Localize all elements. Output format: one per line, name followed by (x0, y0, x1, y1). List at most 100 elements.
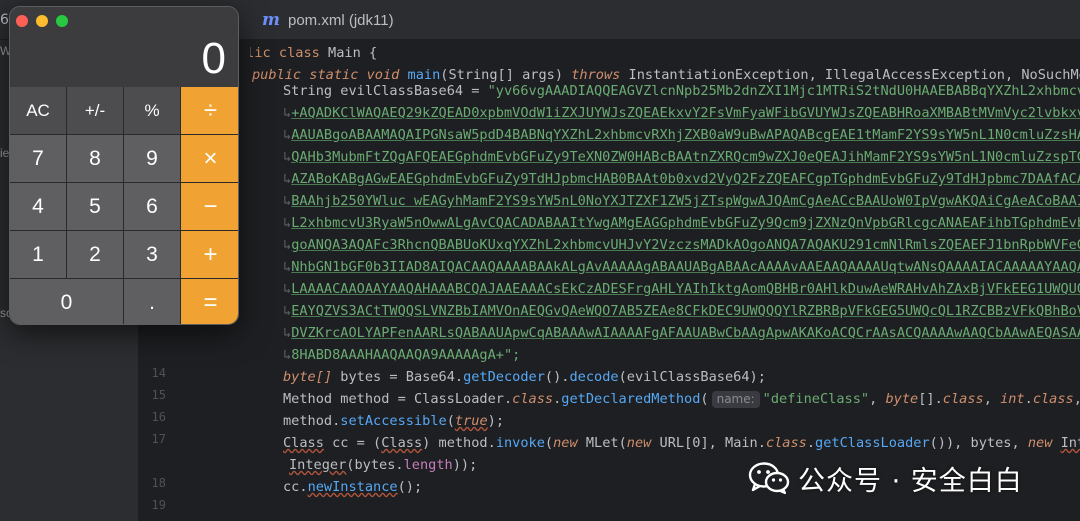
code-text: Integer( (1060, 435, 1080, 451)
digit-9-button[interactable]: 9 (124, 135, 180, 182)
string-literal: "defineClass" (762, 391, 870, 407)
code-line-b64-wrap: ↳QAHb3MubmFtZQgAFQEAEGphdmEvbGFuZy9TeXN0… (283, 146, 1080, 168)
keyword: class (512, 391, 554, 407)
string-literal: "yv66vgAAADIAQQEAGVZlcnNpb25Mb2dnZXI1Mjc… (487, 83, 1080, 99)
code-text: MLet( (585, 435, 627, 451)
string-literal: LAAAACAAOAAYAAQAHAAABCQAJAAEAAACsEkCzADE… (291, 281, 1080, 297)
keyword: class (1032, 391, 1074, 407)
negate-button[interactable]: +/- (67, 87, 123, 134)
string-literal: BAAhjb250YWluc wEAGyhMamF2YS9sYW5nL0NoYX… (291, 193, 1080, 209)
code-text: ); (487, 413, 505, 429)
code-editor[interactable]: blic class Main { public static void mai… (250, 40, 1080, 521)
code-text: cc. (283, 479, 308, 495)
code-line-b64-wrap: ↳L2xhbmcvU3RyaW5nOwwALgAvCQACADABAAItYwg… (283, 212, 1080, 234)
close-window-button[interactable] (16, 15, 28, 27)
digit-2-button[interactable]: 2 (67, 231, 123, 278)
method-call: decode (569, 369, 619, 385)
code-text: , (983, 391, 992, 407)
brace: { (368, 45, 378, 61)
digit-7-button[interactable]: 7 (10, 135, 66, 182)
code-line-b64-decl: String evilClassBase64 = "yv66vgAAADIAQQ… (283, 80, 1080, 102)
type-name: Integer (289, 457, 347, 473)
code-text: , (869, 391, 878, 407)
tab-pom-xml-label: pom.xml (jdk11) (288, 11, 394, 29)
code-text: cc = ( (332, 435, 382, 451)
method-call: getClassLoader (815, 435, 930, 451)
field-name: length (403, 457, 453, 473)
string-literal: 8HABD8AAAHAAQAAQA9AAAAAgA+"; (291, 347, 521, 363)
keyword: byte (885, 391, 919, 407)
digit-8-button[interactable]: 8 (67, 135, 123, 182)
type-name: Class (381, 435, 423, 451)
string-literal: AZABoKABgAGwEAEGphdmEvbGFuZy9TdHJpbmcHAB… (291, 171, 1080, 187)
digit-6-button[interactable]: 6 (124, 183, 180, 230)
code-line-15: Method method = ClassLoader.class.getDec… (283, 388, 1080, 410)
string-literal: NhbGN1bGF0b3IIAD8AIQACAAQAAAABAAkALgAvAA… (291, 259, 1080, 275)
string-literal: +AQADKClWAQAEQ29kZQEAD0xpbmVOdW1iZXJUYWJ… (291, 105, 1080, 121)
code-line-17: Class cc = (Class) method.invoke(new MLe… (283, 432, 1080, 454)
code-text: ) method. (422, 435, 496, 451)
soft-wrap-icon: ↳ (283, 105, 292, 121)
keyword: blic class (250, 45, 320, 61)
soft-wrap-icon: ↳ (283, 347, 292, 363)
m-module-icon: m (262, 10, 280, 30)
keyword: class (942, 391, 984, 407)
minimize-window-button[interactable] (36, 15, 48, 27)
code-line-b64-wrap: ↳+AQADKClWAQAEQ29kZQEAD0xpbmVOdW1iZXJUYW… (283, 102, 1080, 124)
wechat-logo-icon (748, 462, 790, 495)
digit-4-button[interactable]: 4 (10, 183, 66, 230)
line-number: 16 (151, 410, 166, 424)
keyword: byte[] (283, 369, 333, 385)
code-line-b64-wrap: ↳LAAAACAAOAAYAAQAHAAABCQAJAAEAAACsEkCzAD… (283, 278, 1080, 300)
string-literal: AAUABgoABAAMAQAIPGNsaW5pdD4BABNqYXZhL2xh… (291, 127, 1080, 143)
keyword: new (626, 435, 652, 451)
code-line-b64-wrap: ↳NhbGN1bGF0b3IIAD8AIQACAAQAAAABAAkALgAvA… (283, 256, 1080, 278)
tab-pom-xml[interactable]: m pom.xml (jdk11) (262, 0, 394, 40)
string-literal: QAHb3MubmFtZQgAFQEAEGphdmEvbGFuZy9TeXN0Z… (291, 149, 1080, 165)
code-line-17-wrap: Integer(bytes.length)); (289, 454, 477, 476)
digit-1-button[interactable]: 1 (10, 231, 66, 278)
equals-button[interactable]: = (181, 279, 238, 324)
divide-button[interactable]: ÷ (181, 87, 238, 134)
clear-button[interactable]: AC (10, 87, 66, 134)
soft-wrap-icon: ↳ (283, 193, 292, 209)
code-text: []. (918, 391, 943, 407)
soft-wrap-icon: ↳ (283, 259, 292, 275)
calculator-window[interactable]: 0 AC +/- % ÷ 7 8 9 × 4 5 6 − 1 2 3 + 0 .… (9, 6, 239, 325)
code-text: (bytes. (346, 457, 404, 473)
method-call: newInstance (307, 479, 398, 495)
code-text: ( (544, 435, 554, 451)
calculator-keypad: AC +/- % ÷ 7 8 9 × 4 5 6 − 1 2 3 + 0 . = (10, 87, 238, 324)
code-text: (evilClassBase64); (618, 369, 766, 385)
method-call: getDecoder (463, 369, 545, 385)
line-number: 19 (151, 498, 166, 512)
project-tree-stub[interactable]: ie (0, 146, 9, 160)
digit-0-button[interactable]: 0 (10, 279, 123, 324)
string-literal: L2xhbmcvU3RyaW5nOwwALgAvCQACADABAAItYwgA… (291, 215, 1080, 231)
code-text: bytes = Base64. (340, 369, 464, 385)
zoom-window-button[interactable] (56, 15, 68, 27)
parameter-hint: name: (711, 391, 760, 408)
code-line-b64-wrap: ↳EAYQZVS3ACtTWQQSLVNZBbIAMVOnAEQGvQAeWQO… (283, 300, 1080, 322)
calculator-readout: 0 (201, 34, 226, 83)
code-text: , (1074, 391, 1080, 407)
soft-wrap-icon: ↳ (283, 237, 292, 253)
method-call: setAccessible (340, 413, 447, 429)
soft-wrap-icon: ↳ (283, 171, 292, 187)
string-literal: EAYQZVS3ACtTWQQSLVNZBbIAMVOnAEQGvQAeWQO7… (291, 303, 1080, 319)
code-line-b64-wrap: ↳goANQA3AQAFc3RhcnQBABUoKUxqYXZhL2xhbmcv… (283, 234, 1080, 256)
digit-5-button[interactable]: 5 (67, 183, 123, 230)
code-text: ( (446, 413, 455, 429)
decimal-button[interactable]: . (124, 279, 180, 324)
code-text: URL[0], Main. (659, 435, 766, 451)
multiply-button[interactable]: × (181, 135, 238, 182)
subtract-button[interactable]: − (181, 183, 238, 230)
digit-3-button[interactable]: 3 (124, 231, 180, 278)
add-button[interactable]: + (181, 231, 238, 278)
soft-wrap-icon: ↳ (283, 127, 292, 143)
tab-stub[interactable]: 6 (0, 12, 8, 28)
code-line-b64-wrap: ↳8HABD8AAAHAAQAAQA9AAAAAgA+"; (283, 344, 520, 366)
method-call: invoke (495, 435, 545, 451)
percent-button[interactable]: % (124, 87, 180, 134)
line-number: 14 (151, 366, 166, 380)
